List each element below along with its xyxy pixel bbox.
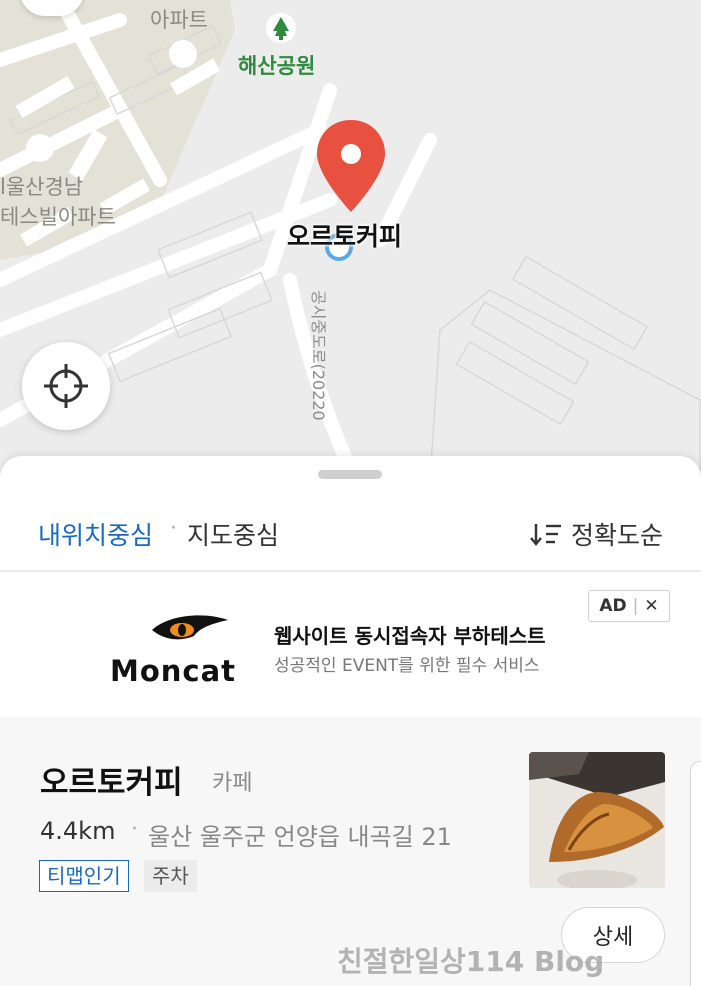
filter-row: 내위치중심 · 지도중심 정확도순 (0, 514, 701, 554)
tag-tmap-popular: 티맵인기 (39, 860, 129, 892)
place-label[interactable]: 오르토커피 (287, 217, 402, 253)
tag-parking: 주차 (144, 860, 197, 892)
current-location-button[interactable] (22, 342, 110, 430)
apartment-label-left-line2: 테스빌아파트 (0, 205, 116, 229)
sort-button[interactable]: 정확도순 (529, 516, 663, 552)
apartment-label-top: 아파트 (150, 8, 208, 32)
ad-badge-separator: | (632, 596, 639, 616)
bottom-sheet: 내위치중심 · 지도중심 정확도순 Moncat 웹사이트 동시접속자 부하테스… (0, 456, 701, 986)
result-thumbnail[interactable] (529, 752, 665, 888)
apartment-label-left-line1: l울산경남 (0, 175, 84, 199)
watermark: 친절한일상114 Blog (337, 945, 605, 978)
result-address: 울산 울주군 언양읍 내곡길 21 (148, 823, 452, 851)
ad-subtitle: 성공적인 EVENT를 위한 필수 서비스 (274, 656, 540, 676)
filter-map-center[interactable]: 지도중심 (187, 516, 279, 552)
location-pin-icon[interactable] (315, 118, 387, 214)
ad-title: 웹사이트 동시접속자 부하테스트 (274, 624, 546, 648)
ad-banner[interactable]: Moncat 웹사이트 동시접속자 부하테스트 성공적인 EVENT를 위한 필… (0, 572, 701, 717)
moncat-logo: Moncat (110, 612, 250, 688)
sort-down-icon (530, 524, 561, 546)
result-separator: · (131, 817, 138, 842)
result-distance: 4.4km (40, 817, 116, 845)
pastry-photo (529, 752, 665, 888)
ad-badge[interactable]: AD | ✕ (588, 590, 670, 622)
result-name[interactable]: 오르토커피 (40, 757, 183, 802)
close-icon[interactable]: ✕ (644, 596, 658, 616)
result-category: 카페 (212, 771, 253, 796)
sort-label: 정확도순 (570, 521, 663, 550)
filter-separator: · (170, 516, 177, 541)
next-card-peek[interactable] (690, 761, 701, 986)
ad-logo-text: Moncat (110, 654, 237, 688)
ad-badge-label: AD (599, 596, 627, 616)
filter-my-location[interactable]: 내위치중심 (38, 516, 153, 552)
apartment-label-left: l울산경남 테스빌아파트 (0, 172, 116, 232)
sheet-drag-handle[interactable] (318, 470, 382, 479)
road-label: 공시중도로(20220 (309, 290, 328, 421)
park-label: 해산공원 (238, 54, 316, 78)
map-view[interactable]: 아파트 해산공원 l울산경남 테스빌아파트 오르토커피 공시중도로(20220 (0, 0, 701, 480)
crosshair-icon (44, 364, 88, 408)
cat-eye-icon (152, 615, 228, 640)
